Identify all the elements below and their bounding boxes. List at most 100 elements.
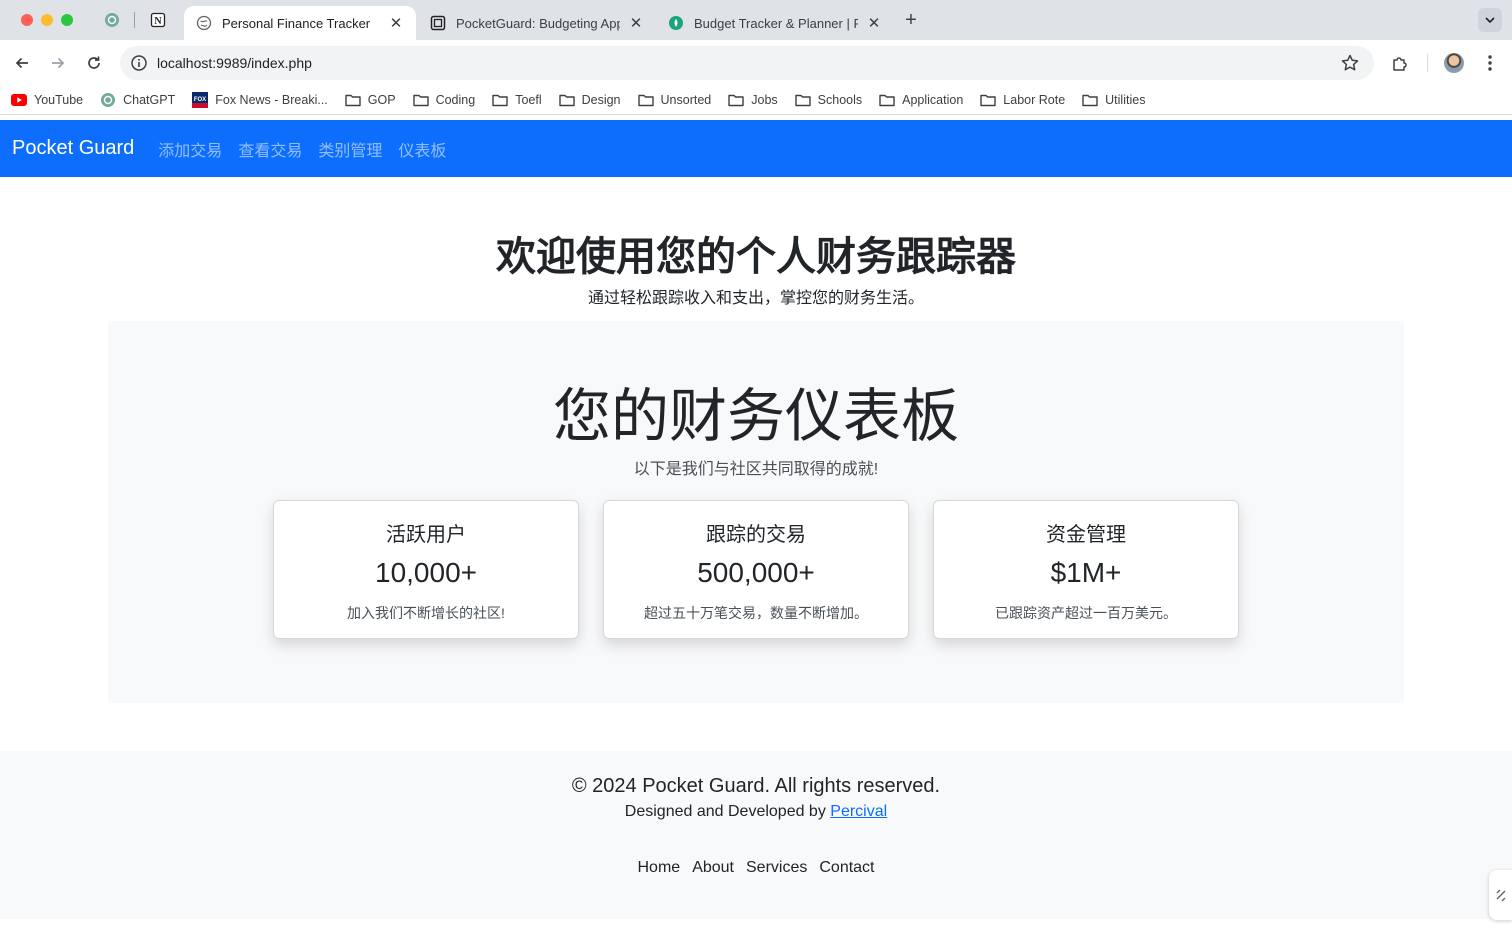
- nav-link-category-management[interactable]: 类别管理: [318, 137, 382, 161]
- bookmark-folder-gop[interactable]: GOP: [345, 92, 396, 108]
- tab-separator: [134, 12, 135, 28]
- back-button[interactable]: [11, 52, 33, 74]
- stat-card-funds-managed: 资金管理 $1M+ 已跟踪资产超过一百万美元。: [933, 500, 1239, 639]
- stat-card-active-users: 活跃用户 10,000+ 加入我们不断增长的社区!: [273, 500, 579, 639]
- chevron-down-icon: [1485, 17, 1495, 24]
- window-close-button[interactable]: [21, 14, 33, 26]
- stat-card-text: 已跟踪资产超过一百万美元。: [995, 605, 1177, 621]
- reload-icon: [88, 56, 100, 69]
- stat-card-value: 500,000+: [697, 557, 815, 588]
- bookmarks-bar: YouTube ChatGPT FOX Fox News - Breaki...…: [0, 86, 1512, 115]
- stat-card-transactions: 跟踪的交易 500,000+ 超过五十万笔交易，数量不断增加。: [603, 500, 909, 639]
- address-bar[interactable]: localhost:9989/index.php: [120, 46, 1374, 80]
- bookmark-label: ChatGPT: [123, 93, 176, 107]
- svg-text:N: N: [154, 16, 162, 27]
- bookmark-label: Unsorted: [660, 93, 712, 107]
- tab-pocketguard[interactable]: PocketGuard: Budgeting App ✕: [418, 6, 656, 40]
- tab-budget-tracker[interactable]: Budget Tracker & Planner | Fr ✕: [656, 6, 894, 40]
- pocketguard-icon: [430, 15, 446, 31]
- footer-link-about[interactable]: About: [692, 859, 734, 877]
- close-icon[interactable]: ✕: [388, 14, 404, 32]
- tab-title: PocketGuard: Budgeting App: [456, 15, 620, 31]
- bookmark-folder-jobs[interactable]: Jobs: [728, 92, 778, 108]
- folder-icon: [794, 92, 811, 108]
- web-page: Pocket Guard 添加交易 查看交易 类别管理 仪表板 欢迎使用您的个人…: [0, 120, 1512, 944]
- notion-icon: N: [150, 12, 166, 28]
- folder-icon: [412, 92, 429, 108]
- bookmark-label: Application: [902, 93, 964, 107]
- footer-credit-link[interactable]: Percival: [830, 803, 887, 820]
- site-info-icon[interactable]: [130, 54, 148, 72]
- profile-avatar[interactable]: [1444, 53, 1464, 73]
- foxnews-icon: FOX: [192, 92, 209, 108]
- new-tab-button[interactable]: +: [901, 10, 921, 30]
- bookmark-folder-toefl[interactable]: Toefl: [492, 92, 542, 108]
- stat-card-text: 超过五十万笔交易，数量不断增加。: [644, 605, 868, 621]
- folder-icon: [980, 92, 996, 108]
- side-panel-handle[interactable]: [1489, 870, 1512, 920]
- footer-copyright: © 2024 Pocket Guard. All rights reserved…: [571, 775, 941, 797]
- bookmark-youtube[interactable]: YouTube: [11, 92, 83, 108]
- puzzle-icon: [1393, 57, 1407, 71]
- pinned-tab-chatgpt[interactable]: [102, 10, 122, 30]
- tab-title: Personal Finance Tracker: [222, 15, 371, 31]
- dashboard-section: 您的财务仪表板 以下是我们与社区共同取得的成就! 活跃用户 10,000+ 加入…: [108, 321, 1404, 703]
- window-minimize-button[interactable]: [41, 14, 53, 26]
- bookmark-label: Fox News - Breaki...: [215, 93, 328, 107]
- footer-credit-text: Designed and Developed by: [624, 803, 831, 820]
- more-vertical-icon: [1488, 55, 1492, 71]
- footer-link-contact[interactable]: Contact: [819, 859, 874, 877]
- bookmark-folder-coding[interactable]: Coding: [412, 92, 476, 108]
- close-icon[interactable]: ✕: [866, 14, 882, 32]
- footer-link-home[interactable]: Home: [638, 859, 681, 877]
- stat-card-value: 10,000+: [375, 557, 477, 588]
- folder-icon: [637, 92, 654, 108]
- bookmark-label: Toefl: [515, 93, 542, 107]
- bookmark-folder-schools[interactable]: Schools: [794, 92, 863, 108]
- folder-icon: [558, 92, 575, 108]
- tab-search-button[interactable]: [1478, 8, 1502, 32]
- stat-card-text: 加入我们不断增长的社区!: [347, 605, 505, 621]
- forward-button[interactable]: [47, 52, 69, 74]
- site-navbar: Pocket Guard 添加交易 查看交易 类别管理 仪表板: [0, 120, 1512, 177]
- footer-link-services[interactable]: Services: [746, 859, 807, 877]
- close-icon[interactable]: ✕: [628, 14, 644, 32]
- footer-credit: Designed and Developed by Percival: [0, 803, 1512, 821]
- bookmark-label: Schools: [817, 93, 863, 107]
- nav-link-view-transactions[interactable]: 查看交易: [238, 137, 302, 161]
- hero-subtitle: 通过轻松跟踪收入和支出，掌控您的财务生活。: [587, 290, 924, 307]
- tab-title: Budget Tracker & Planner | Fr: [694, 15, 858, 31]
- bookmark-label: Coding: [435, 93, 476, 107]
- nav-link-dashboard[interactable]: 仪表板: [398, 137, 446, 161]
- chatgpt-icon: [100, 92, 116, 108]
- stat-card-title: 资金管理: [1046, 524, 1126, 546]
- site-brand[interactable]: Pocket Guard: [12, 137, 134, 160]
- bookmark-star-icon[interactable]: [1340, 53, 1360, 73]
- dashboard-subtitle: 以下是我们与社区共同取得的成就!: [633, 461, 879, 478]
- browser-menu-button[interactable]: [1479, 52, 1501, 74]
- pinned-tab-notion[interactable]: N: [148, 10, 168, 30]
- bookmark-folder-design[interactable]: Design: [558, 92, 621, 108]
- window-zoom-button[interactable]: [61, 14, 73, 26]
- folder-icon: [1082, 92, 1098, 108]
- bookmark-folder-utilities[interactable]: Utilities: [1082, 92, 1145, 108]
- bookmark-folder-labor-rote[interactable]: Labor Rote: [980, 92, 1065, 108]
- toolbar-divider: [1427, 54, 1428, 72]
- bookmark-label: YouTube: [34, 93, 84, 107]
- stat-card-value: $1M+: [1050, 557, 1122, 588]
- bookmark-folder-unsorted[interactable]: Unsorted: [637, 92, 712, 108]
- url-text: localhost:9989/index.php: [157, 55, 312, 71]
- bookmark-label: Jobs: [751, 93, 778, 107]
- bookmark-chatgpt[interactable]: ChatGPT: [100, 92, 175, 108]
- browser-tab-strip: N Personal Finance Tracker ✕ PocketGuard…: [0, 0, 1512, 40]
- reload-button[interactable]: [83, 52, 105, 74]
- nav-link-add-transaction[interactable]: 添加交易: [158, 137, 222, 161]
- bookmark-foxnews[interactable]: FOX Fox News - Breaki...: [192, 92, 328, 108]
- extensions-button[interactable]: [1389, 52, 1411, 74]
- arrow-left-icon: [15, 57, 28, 69]
- budget-tracker-icon: [668, 15, 684, 31]
- hero-title: 欢迎使用您的个人财务跟踪器: [496, 235, 1016, 279]
- bookmark-folder-application[interactable]: Application: [879, 92, 963, 108]
- tab-personal-finance-tracker[interactable]: Personal Finance Tracker ✕: [184, 6, 416, 40]
- svg-text:FOX: FOX: [194, 97, 206, 103]
